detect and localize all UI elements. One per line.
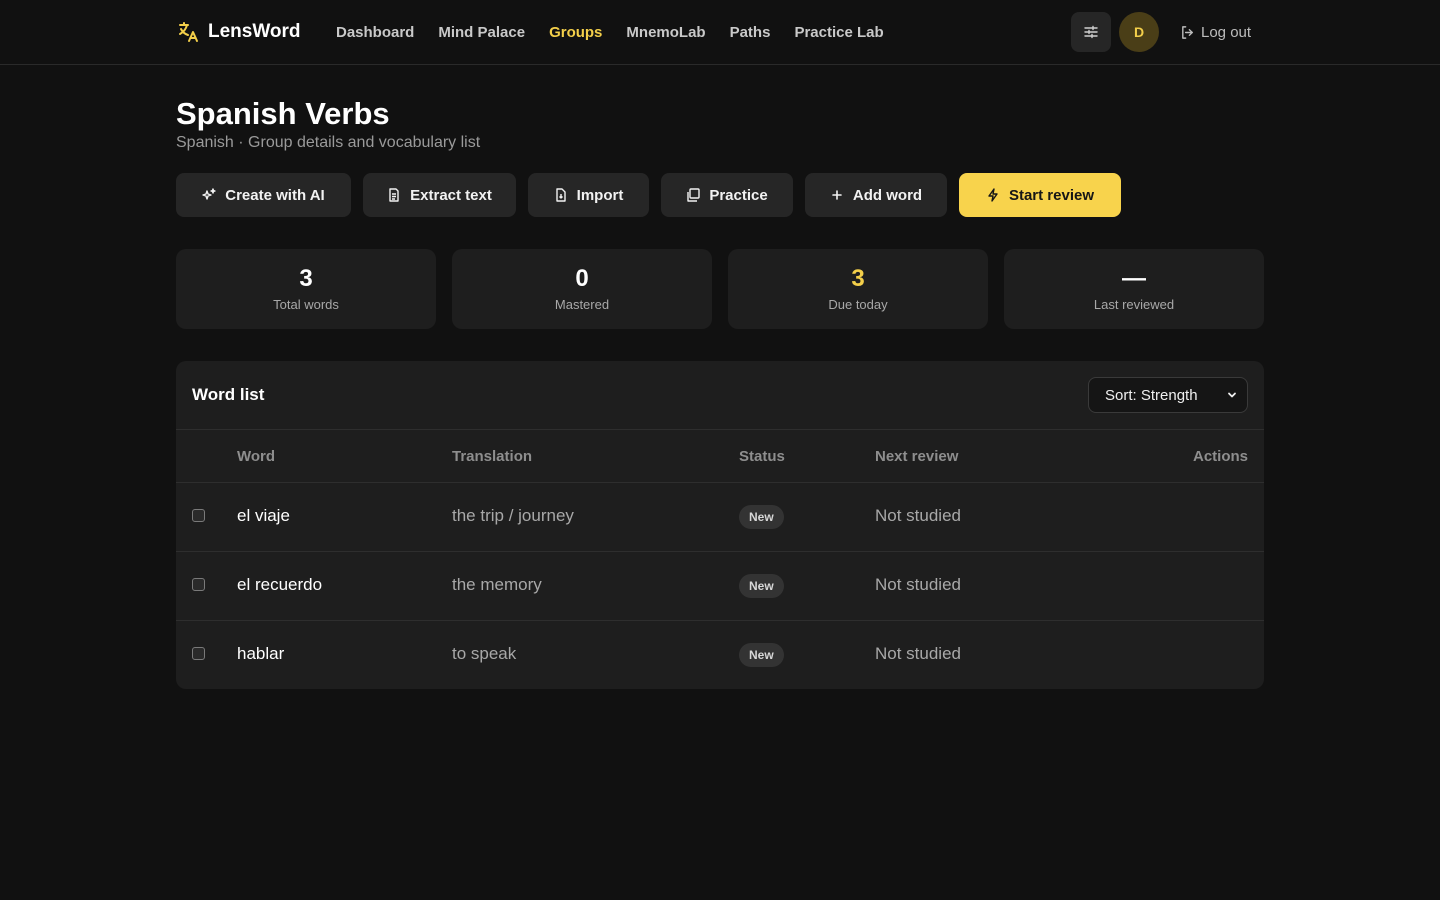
row-checkbox[interactable] — [192, 578, 205, 591]
add-word-button[interactable]: Add word — [805, 173, 947, 217]
extract-text-button[interactable]: Extract text — [363, 173, 516, 217]
status-badge: New — [739, 643, 784, 667]
brand-logo[interactable]: LensWord — [176, 19, 301, 45]
stat-last-reviewed: — Last reviewed — [1004, 249, 1264, 329]
next-review-cell: Not studied — [875, 575, 961, 594]
stat-label: Mastered — [554, 297, 610, 312]
stat-due-today: 3 Due today — [728, 249, 988, 329]
translation-cell: to speak — [452, 644, 517, 663]
word-cell: el recuerdo — [237, 575, 323, 594]
stat-mastered: 0 Mastered — [452, 249, 712, 329]
stat-value: 0 — [575, 265, 589, 292]
logout-label: Log out — [1201, 23, 1252, 41]
stat-value: 3 — [851, 265, 865, 292]
top-navbar: LensWord Dashboard Mind Palace Groups Mn… — [0, 0, 1440, 65]
lightning-icon — [988, 188, 998, 202]
word-list-title: Word list — [192, 385, 265, 404]
settings-button[interactable] — [1071, 12, 1111, 52]
row-checkbox[interactable] — [192, 509, 205, 522]
nav-paths[interactable]: Paths — [730, 24, 771, 41]
stat-value: 3 — [299, 265, 313, 292]
word-list-card: Word list Sort: Strength Word Translatio… — [176, 361, 1264, 689]
column-translation[interactable]: Translation — [452, 448, 532, 465]
start-review-button[interactable]: Start review — [959, 173, 1121, 217]
status-badge: New — [739, 505, 784, 529]
document-text-icon — [389, 188, 399, 202]
table-row: el recuerdo the memory New Not studied — [176, 552, 1264, 621]
file-import-icon — [555, 188, 566, 202]
sort-selected-value: Sort: Strength — [1105, 386, 1198, 404]
practice-button[interactable]: Practice — [661, 173, 793, 217]
page-title: Spanish Verbs — [176, 96, 390, 131]
column-next-review[interactable]: Next review — [875, 448, 958, 465]
column-word[interactable]: Word — [237, 448, 275, 465]
row-checkbox[interactable] — [192, 647, 205, 660]
page-subtitle: Spanish · Group details and vocabulary l… — [176, 134, 481, 151]
chevron-down-icon — [1228, 392, 1236, 398]
stat-label: Total words — [273, 297, 339, 312]
column-status[interactable]: Status — [739, 448, 785, 465]
table-row: hablar to speak New Not studied — [176, 621, 1264, 689]
status-badge: New — [739, 574, 784, 598]
sparkles-icon — [202, 188, 216, 200]
nav-mnemolab[interactable]: MnemoLab — [626, 24, 705, 41]
nav-dashboard[interactable]: Dashboard — [336, 24, 414, 41]
nav-practice-lab[interactable]: Practice Lab — [794, 24, 883, 41]
main-nav: Dashboard Mind Palace Groups MnemoLab Pa… — [336, 20, 884, 44]
table-header: Word Translation Status Next review Acti… — [176, 429, 1264, 483]
column-actions: Actions — [1192, 448, 1248, 465]
next-review-cell: Not studied — [875, 506, 961, 525]
word-cell: el viaje — [237, 506, 290, 525]
stat-total-words: 3 Total words — [176, 249, 436, 329]
stat-label: Last reviewed — [1093, 297, 1175, 312]
brand-name: LensWord — [208, 21, 301, 42]
next-review-cell: Not studied — [875, 644, 961, 663]
word-cell: hablar — [237, 644, 285, 663]
sliders-icon — [1084, 25, 1098, 39]
nav-mind-palace[interactable]: Mind Palace — [438, 24, 525, 41]
logout-button[interactable]: Log out — [1180, 21, 1251, 43]
sort-select[interactable]: Sort: Strength — [1088, 377, 1248, 413]
stat-value: — — [1122, 265, 1146, 292]
nav-groups[interactable]: Groups — [549, 24, 602, 41]
plus-icon — [832, 190, 842, 200]
stat-label: Due today — [828, 297, 888, 312]
create-with-ai-button[interactable]: Create with AI — [176, 173, 351, 217]
cards-icon — [687, 188, 701, 202]
avatar[interactable]: D — [1119, 12, 1159, 52]
translation-cell: the memory — [452, 575, 542, 594]
table-row: el viaje the trip / journey New Not stud… — [176, 483, 1264, 552]
import-button[interactable]: Import — [528, 173, 649, 217]
translate-icon — [179, 22, 198, 42]
translation-cell: the trip / journey — [452, 506, 574, 525]
logout-icon — [1182, 25, 1193, 39]
